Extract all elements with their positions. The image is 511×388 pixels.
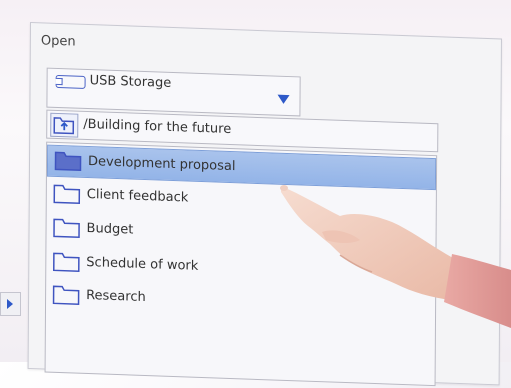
- expand-panel-button[interactable]: [0, 292, 21, 316]
- dialog-title: Open: [40, 33, 76, 50]
- folder-label: Budget: [86, 220, 134, 238]
- current-path: /Building for the future: [83, 116, 232, 138]
- location-label: USB Storage: [89, 73, 172, 91]
- folder-icon: [53, 184, 81, 205]
- folder-label: Research: [86, 287, 146, 306]
- folder-icon: [52, 218, 80, 239]
- folder-label: Schedule of work: [86, 254, 199, 274]
- folder-up-icon[interactable]: [50, 112, 79, 138]
- chevron-down-icon[interactable]: [277, 94, 290, 105]
- folder-icon: [52, 285, 80, 306]
- open-dialog: Open USB Storage /Building for the futur…: [27, 22, 502, 387]
- folder-label: Client feedback: [86, 186, 189, 206]
- folder-list: Development proposal Client feedback Bud…: [44, 141, 438, 387]
- folder-icon: [52, 252, 80, 273]
- folder-label: Development proposal: [87, 154, 236, 175]
- usb-drive-icon: [55, 74, 86, 89]
- folder-icon: [54, 151, 82, 172]
- location-dropdown[interactable]: USB Storage: [46, 67, 301, 117]
